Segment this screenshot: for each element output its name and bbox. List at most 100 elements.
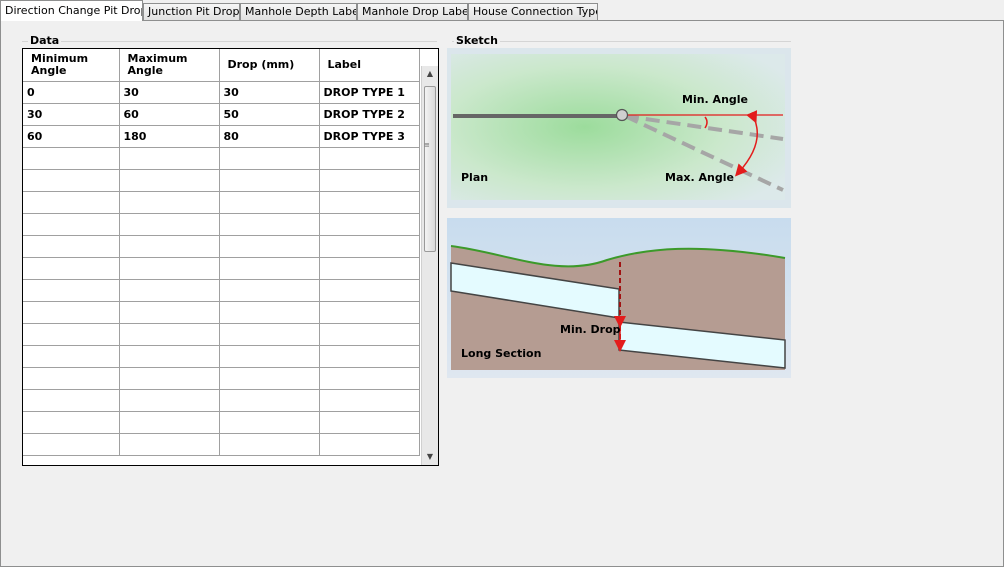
table-row[interactable] [23, 169, 420, 192]
table-cell[interactable] [318, 213, 420, 236]
table-cell[interactable] [218, 279, 320, 302]
table-cell[interactable]: 60 [23, 125, 120, 148]
table-row[interactable] [23, 367, 420, 390]
table-row[interactable]: 60 180 80 DROP TYPE 3 [23, 125, 420, 148]
tab-direction-change-pit-drops[interactable]: Direction Change Pit Drops [0, 0, 143, 21]
column-header-min-angle[interactable]: Minimum Angle [23, 49, 120, 82]
table-cell[interactable] [118, 345, 220, 368]
table-cell[interactable] [218, 367, 320, 390]
table-cell[interactable] [318, 345, 420, 368]
table-cell[interactable]: DROP TYPE 2 [318, 103, 420, 126]
table-cell[interactable] [318, 235, 420, 258]
table-cell[interactable] [318, 433, 420, 456]
table-cell[interactable] [23, 367, 120, 390]
table-cell[interactable] [118, 433, 220, 456]
table-cell[interactable] [218, 147, 320, 170]
table-cell[interactable] [318, 323, 420, 346]
table-cell[interactable] [318, 411, 420, 434]
table-cell[interactable]: DROP TYPE 1 [318, 81, 420, 104]
table-cell[interactable] [118, 411, 220, 434]
table-cell[interactable] [318, 169, 420, 192]
table-row[interactable] [23, 433, 420, 456]
table-cell[interactable] [218, 411, 320, 434]
table-cell[interactable] [318, 279, 420, 302]
scroll-up-arrow-icon[interactable]: ▲ [422, 66, 438, 82]
table-cell[interactable] [118, 389, 220, 412]
table-cell[interactable] [218, 235, 320, 258]
table-cell[interactable] [218, 301, 320, 324]
table-cell[interactable] [218, 169, 320, 192]
table-cell[interactable] [23, 345, 120, 368]
table-row[interactable] [23, 191, 420, 214]
table-cell[interactable] [218, 257, 320, 280]
table-cell[interactable] [23, 235, 120, 258]
table-cell[interactable]: 80 [218, 125, 320, 148]
table-row[interactable] [23, 411, 420, 434]
table-cell[interactable]: 30 [118, 81, 220, 104]
table-row[interactable]: 30 60 50 DROP TYPE 2 [23, 103, 420, 126]
tab-manhole-depth-labels[interactable]: Manhole Depth Labels [240, 3, 357, 20]
column-header-label[interactable]: Label [318, 49, 420, 82]
table-cell[interactable] [318, 191, 420, 214]
table-cell[interactable] [118, 235, 220, 258]
table-cell[interactable]: DROP TYPE 3 [318, 125, 420, 148]
table-row[interactable] [23, 147, 420, 170]
table-row[interactable] [23, 323, 420, 346]
table-cell[interactable] [23, 169, 120, 192]
table-row[interactable] [23, 235, 420, 258]
table-row[interactable] [23, 301, 420, 324]
table-row[interactable]: 0 30 30 DROP TYPE 1 [23, 81, 420, 104]
table-cell[interactable] [118, 191, 220, 214]
tab-junction-pit-drops[interactable]: Junction Pit Drops [143, 3, 240, 20]
table-cell[interactable] [23, 411, 120, 434]
table-cell[interactable] [118, 213, 220, 236]
table-cell[interactable] [118, 279, 220, 302]
data-grid[interactable]: Minimum Angle Maximum Angle Drop (mm) La… [22, 48, 439, 466]
table-cell[interactable] [218, 345, 320, 368]
table-cell[interactable] [218, 213, 320, 236]
table-cell[interactable] [318, 301, 420, 324]
tab-house-connection-types[interactable]: House Connection Types [468, 3, 598, 20]
table-cell[interactable] [23, 147, 120, 170]
table-cell[interactable]: 60 [118, 103, 220, 126]
table-cell[interactable] [118, 301, 220, 324]
column-header-max-angle[interactable]: Maximum Angle [118, 49, 220, 82]
table-cell[interactable] [23, 191, 120, 214]
table-cell[interactable]: 0 [23, 81, 120, 104]
table-row[interactable] [23, 279, 420, 302]
table-cell[interactable] [218, 433, 320, 456]
table-cell[interactable] [218, 389, 320, 412]
table-cell[interactable] [218, 191, 320, 214]
table-cell[interactable]: 30 [23, 103, 120, 126]
table-row[interactable] [23, 345, 420, 368]
table-cell[interactable] [318, 367, 420, 390]
table-cell[interactable] [118, 323, 220, 346]
table-row[interactable] [23, 389, 420, 412]
sketch-image: Plan Min. Angle Max. Angle Long Section … [447, 48, 791, 378]
table-cell[interactable] [118, 147, 220, 170]
scrollbar-thumb[interactable] [424, 86, 436, 252]
scroll-down-arrow-icon[interactable]: ▼ [422, 449, 438, 465]
table-cell[interactable] [118, 257, 220, 280]
table-cell[interactable]: 180 [118, 125, 220, 148]
table-cell[interactable] [318, 147, 420, 170]
table-cell[interactable] [23, 389, 120, 412]
table-cell[interactable] [23, 213, 120, 236]
table-cell[interactable] [23, 279, 120, 302]
table-cell[interactable] [23, 257, 120, 280]
table-cell[interactable]: 30 [218, 81, 320, 104]
vertical-scrollbar[interactable]: ▲ ≡ ▼ [421, 66, 438, 465]
table-cell[interactable] [218, 323, 320, 346]
table-cell[interactable] [23, 433, 120, 456]
table-row[interactable] [23, 213, 420, 236]
table-cell[interactable]: 50 [218, 103, 320, 126]
table-cell[interactable] [118, 169, 220, 192]
table-cell[interactable] [23, 301, 120, 324]
table-row[interactable] [23, 257, 420, 280]
column-header-drop[interactable]: Drop (mm) [218, 49, 320, 82]
table-cell[interactable] [23, 323, 120, 346]
table-cell[interactable] [118, 367, 220, 390]
table-cell[interactable] [318, 257, 420, 280]
table-cell[interactable] [318, 389, 420, 412]
tab-manhole-drop-labels[interactable]: Manhole Drop Labels [357, 3, 468, 20]
